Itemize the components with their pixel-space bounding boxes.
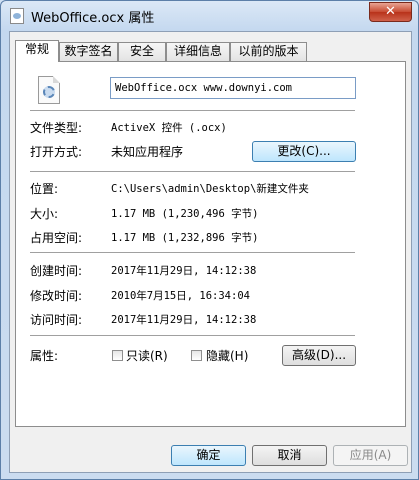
- title-bar[interactable]: WebOffice.ocx 属性 ✕: [1, 1, 418, 31]
- open-with-value: 未知应用程序: [111, 145, 184, 159]
- accessed-label: 访问时间:: [30, 313, 83, 327]
- properties-dialog: WebOffice.ocx 属性 ✕ 常规 数字签名 安全 详细信息 以前的版本…: [0, 0, 419, 480]
- advanced-button[interactable]: 高级(D)...: [282, 345, 356, 366]
- size-value: 1.17 MB (1,230,496 字节): [111, 208, 259, 220]
- file-icon: [10, 8, 24, 24]
- tab-details[interactable]: 详细信息: [166, 42, 230, 61]
- separator: [30, 171, 355, 172]
- size-on-disk-label: 占用空间:: [30, 231, 83, 245]
- gear-icon: [43, 86, 55, 98]
- readonly-label[interactable]: 只读(R): [126, 347, 168, 364]
- size-label: 大小:: [30, 207, 59, 221]
- created-value: 2017年11月29日, 14:12:38: [111, 265, 257, 277]
- location-label: 位置:: [30, 182, 59, 196]
- general-panel: WebOffice.ocx www.downyi.com 文件类型: Activ…: [15, 61, 406, 427]
- ok-button[interactable]: 确定: [171, 445, 246, 466]
- attributes-label: 属性:: [30, 349, 59, 363]
- tab-security[interactable]: 安全: [118, 42, 166, 61]
- tab-general[interactable]: 常规: [15, 40, 59, 62]
- separator: [30, 110, 355, 111]
- dialog-client: 常规 数字签名 安全 详细信息 以前的版本 WebOffice.ocx www.…: [9, 31, 412, 473]
- file-type-label: 文件类型:: [30, 121, 83, 135]
- size-on-disk-value: 1.17 MB (1,232,896 字节): [111, 232, 259, 244]
- modified-value: 2010年7月15日, 16:34:04: [111, 290, 250, 302]
- location-value: C:\Users\admin\Desktop\新建文件夹: [111, 183, 309, 195]
- separator: [30, 335, 355, 336]
- modified-label: 修改时间:: [30, 289, 83, 303]
- apply-button[interactable]: 应用(A): [333, 445, 408, 466]
- open-with-label: 打开方式:: [30, 145, 83, 159]
- cancel-button[interactable]: 取消: [252, 445, 327, 466]
- change-button[interactable]: 更改(C)...: [252, 141, 356, 162]
- accessed-value: 2017年11月29日, 14:12:38: [111, 314, 257, 326]
- close-button[interactable]: ✕: [369, 2, 412, 22]
- activex-file-icon: [38, 76, 60, 104]
- created-label: 创建时间:: [30, 264, 83, 278]
- window-title: WebOffice.ocx 属性: [31, 11, 155, 26]
- tab-digital-signatures[interactable]: 数字签名: [59, 42, 118, 61]
- hidden-label[interactable]: 隐藏(H): [206, 347, 248, 364]
- file-type-value: ActiveX 控件 (.ocx): [111, 122, 227, 134]
- tab-previous-versions[interactable]: 以前的版本: [230, 42, 307, 61]
- separator: [30, 252, 355, 253]
- file-name-input[interactable]: WebOffice.ocx www.downyi.com: [110, 77, 356, 99]
- readonly-checkbox[interactable]: [112, 350, 123, 361]
- hidden-checkbox[interactable]: [191, 350, 202, 361]
